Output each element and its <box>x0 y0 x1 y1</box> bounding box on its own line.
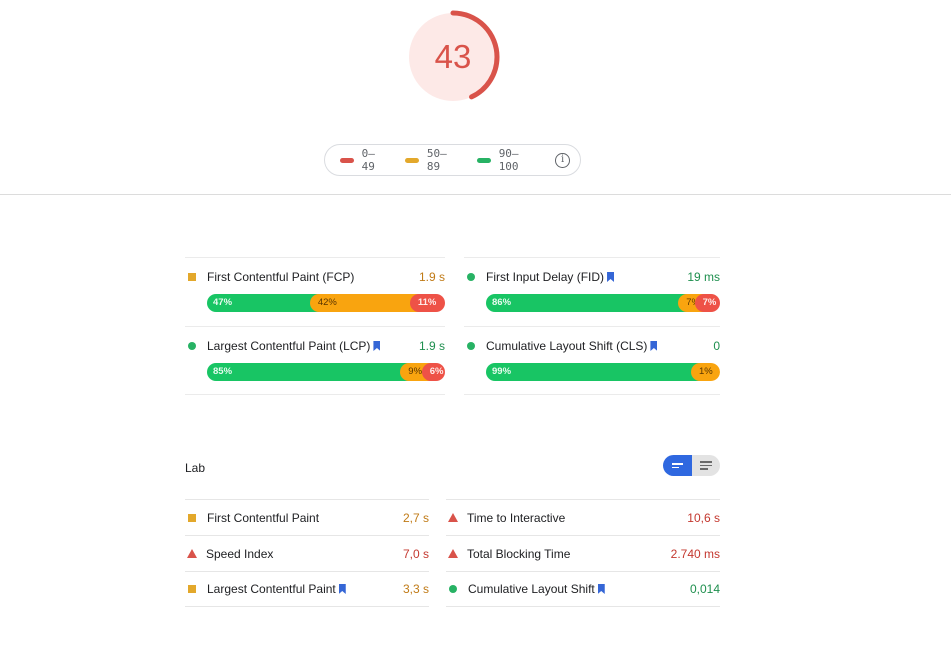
metric-value: 7,0 s <box>402 546 429 561</box>
field-metric-cls: Cumulative Layout Shift (CLS) 0 99% 1% <box>464 326 720 395</box>
metric-value: 19 ms <box>687 270 720 284</box>
expanded-view-icon <box>699 461 712 463</box>
expanded-view-icon-line <box>699 464 712 467</box>
expanded-view-button[interactable] <box>691 455 720 476</box>
section-divider <box>0 194 951 195</box>
lab-metric-row: Time to Interactive 10,6 s <box>446 499 720 535</box>
metric-value: 1.9 s <box>418 270 445 284</box>
expanded-view-icon-line <box>699 468 708 470</box>
distribution-bar: 99% 1% <box>486 363 720 381</box>
lab-section-title: Lab <box>185 461 206 475</box>
distribution-segment-fast: 85% <box>207 363 410 381</box>
good-circle-icon <box>449 585 457 593</box>
bookmark-icon[interactable] <box>338 584 346 594</box>
metric-label: Largest Contentful Paint <box>207 582 336 596</box>
metric-label: Speed Index <box>206 546 274 561</box>
green-swatch-icon <box>477 157 491 163</box>
metric-label: Cumulative Layout Shift (CLS) <box>486 339 648 353</box>
field-column-left: First Contentful Paint (FCP) 1.9 s 47% 42… <box>185 257 445 395</box>
fail-triangle-icon <box>187 549 197 558</box>
distribution-bar: 85% 9% 6% <box>207 363 445 381</box>
score-value: 43 <box>434 38 472 75</box>
fail-triangle-icon <box>448 513 458 522</box>
good-circle-icon <box>188 342 196 350</box>
lab-metric-row: First Contentful Paint 2,7 s <box>185 499 429 535</box>
legend-label: 90–100 <box>498 147 519 173</box>
legend-item-fail: 0–49 <box>340 147 387 173</box>
lab-column-right: Time to Interactive 10,6 s Total Blockin… <box>446 499 720 607</box>
field-metric-lcp: Largest Contentful Paint (LCP) 1.9 s 85%… <box>185 326 445 395</box>
metric-value: 2.740 ms <box>670 546 720 561</box>
distribution-segment-fast: 86% <box>486 294 688 312</box>
metric-label: Cumulative Layout Shift <box>468 582 595 596</box>
metric-value: 3,3 s <box>402 582 429 596</box>
distribution-segment-fast: 99% <box>486 363 700 381</box>
info-icon[interactable]: i <box>555 152 570 168</box>
metric-label: Largest Contentful Paint (LCP) <box>207 339 371 353</box>
compact-view-button[interactable] <box>663 455 692 476</box>
lab-metric-row: Largest Contentful Paint 3,3 s <box>185 571 429 607</box>
distribution-segment-slow: 11% <box>409 294 445 312</box>
distribution-segment-average: 42% <box>309 294 419 312</box>
legend-item-average: 50–89 <box>405 147 459 173</box>
average-square-icon <box>188 513 196 522</box>
distribution-segment-slow: 6% <box>421 363 445 381</box>
red-swatch-icon <box>340 157 354 163</box>
bookmark-icon[interactable] <box>373 341 381 351</box>
metric-label: Total Blocking Time <box>467 546 571 561</box>
view-toggle <box>663 455 720 476</box>
metric-value: 0 <box>713 339 720 353</box>
average-square-icon <box>188 585 196 593</box>
score-scale-legend: 0–49 50–89 90–100 i <box>324 144 581 176</box>
bookmark-icon[interactable] <box>607 272 615 282</box>
metric-label: First Contentful Paint <box>207 510 320 525</box>
lab-column-left: First Contentful Paint 2,7 s Speed Index… <box>185 499 429 607</box>
compact-view-icon <box>671 463 683 465</box>
distribution-segment-average: 1% <box>691 363 720 381</box>
metric-value: 1.9 s <box>418 339 445 353</box>
legend-label: 0–49 <box>361 147 375 173</box>
performance-score-gauge: 43 <box>406 10 500 104</box>
fail-triangle-icon <box>448 549 458 558</box>
lab-metric-row: Total Blocking Time 2.740 ms <box>446 535 720 571</box>
field-metric-fcp: First Contentful Paint (FCP) 1.9 s 47% 42… <box>185 257 445 326</box>
good-circle-icon <box>467 273 475 281</box>
field-metric-fid: First Input Delay (FID) 19 ms 86% 7% 7% <box>464 257 720 326</box>
distribution-bar: 86% 7% 7% <box>486 294 720 312</box>
metric-label: Time to Interactive <box>467 510 566 525</box>
distribution-bar: 47% 42% 11% <box>207 294 445 312</box>
legend-item-pass: 90–100 <box>477 147 537 173</box>
metric-value: 2,7 s <box>402 510 429 525</box>
orange-swatch-icon <box>405 157 419 163</box>
metric-value: 0,014 <box>689 582 720 596</box>
lab-metric-row: Cumulative Layout Shift 0,014 <box>446 571 720 607</box>
bookmark-icon[interactable] <box>650 341 658 351</box>
bookmark-icon[interactable] <box>597 584 605 594</box>
lab-metric-row: Speed Index 7,0 s <box>185 535 429 571</box>
good-circle-icon <box>467 342 475 350</box>
distribution-segment-fast: 47% <box>207 294 319 312</box>
metric-label: First Input Delay (FID) <box>486 270 605 284</box>
average-square-icon <box>188 273 196 281</box>
compact-view-icon-line <box>671 466 679 468</box>
metric-value: 10,6 s <box>687 510 720 525</box>
field-column-right: First Input Delay (FID) 19 ms 86% 7% 7% Cu… <box>464 257 720 395</box>
legend-label: 50–89 <box>426 147 447 173</box>
distribution-segment-slow: 7% <box>694 294 720 312</box>
metric-label: First Contentful Paint (FCP) <box>207 270 355 284</box>
